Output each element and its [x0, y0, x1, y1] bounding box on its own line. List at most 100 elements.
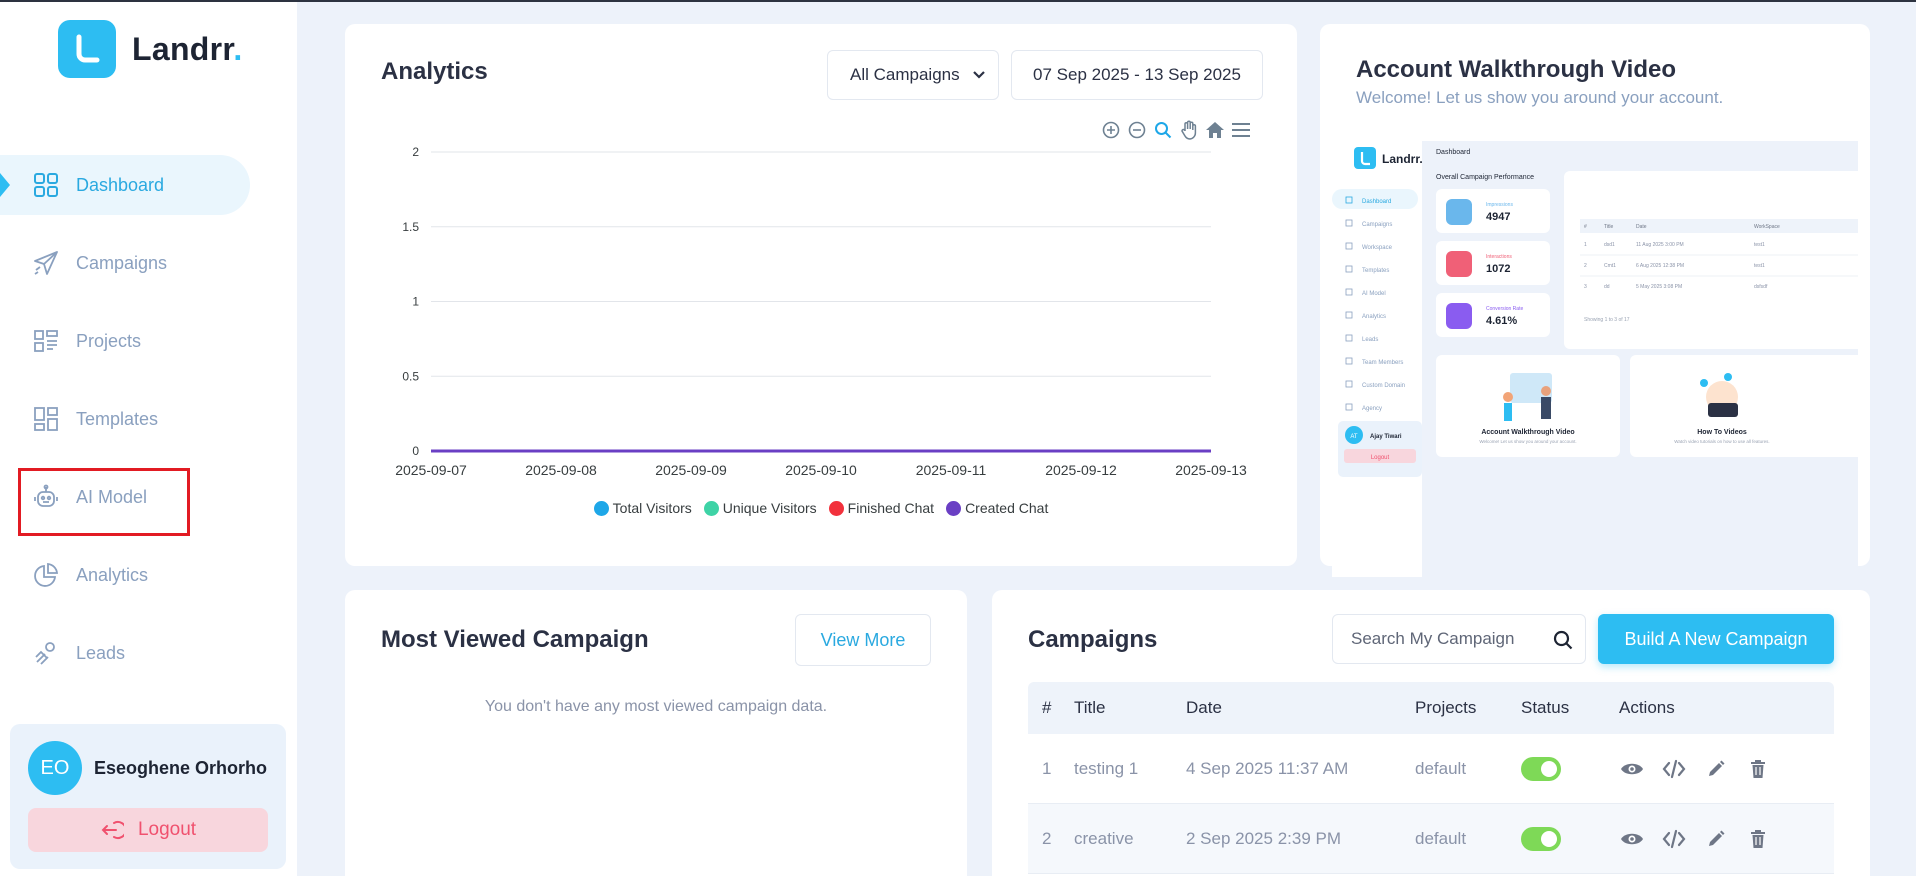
- edit-pencil-icon[interactable]: [1703, 756, 1729, 782]
- user-card: EO Eseoghene Orhorho Logout: [10, 724, 286, 869]
- grid-icon: [32, 171, 60, 199]
- avatar[interactable]: EO: [28, 741, 82, 795]
- templates-icon: [32, 405, 60, 433]
- preview-stat-value: 4947: [1486, 211, 1510, 223]
- preview-td: 5 May 2025 3:08 PM: [1636, 284, 1682, 290]
- x-tick-label: 2025-09-07: [395, 462, 467, 478]
- search-campaign-input[interactable]: [1333, 615, 1543, 663]
- sidebar-item-label: Leads: [76, 642, 126, 663]
- view-more-button[interactable]: View More: [795, 614, 931, 666]
- preview-logo-icon: [1354, 147, 1376, 169]
- view-eye-icon[interactable]: [1619, 826, 1645, 852]
- sidebar-item-label: Campaigns: [76, 252, 168, 273]
- legend-marker: [703, 500, 719, 516]
- preview-td: 3: [1584, 284, 1587, 290]
- delete-trash-icon[interactable]: [1745, 756, 1771, 782]
- sidebar-item-dashboard[interactable]: Dashboard: [0, 155, 250, 215]
- logout-label: Logout: [137, 819, 197, 840]
- legend-marker: [828, 500, 844, 516]
- brand-logo[interactable]: Landrr.: [58, 20, 243, 78]
- campaign-title[interactable]: testing 1: [1074, 759, 1186, 779]
- preview-stat-cards: Impressions 4947 Interactions 1072 Conve…: [1436, 189, 1550, 337]
- edit-pencil-icon[interactable]: [1703, 826, 1729, 852]
- preview-header: Dashboard: [1436, 149, 1470, 156]
- search-icon[interactable]: [1553, 630, 1573, 650]
- brand-name: Landrr.: [132, 31, 243, 68]
- legend-item-total-visitors[interactable]: Total Visitors: [593, 500, 692, 516]
- status-toggle[interactable]: [1521, 756, 1561, 781]
- sidebar-item-projects[interactable]: Projects: [0, 311, 297, 371]
- preview-stat-label: Conversion Rate: [1486, 306, 1523, 312]
- preview-td: 11 Aug 2025 3:00 PM: [1636, 242, 1684, 248]
- sidebar-item-label: Templates: [76, 408, 159, 429]
- y-tick-label: 2: [412, 145, 419, 159]
- x-tick-label: 2025-09-13: [1175, 462, 1247, 478]
- sidebar-item-label: Projects: [76, 330, 142, 351]
- preview-table: # Title Date WorkSpace 1 dsd1 11 Aug 202…: [1564, 171, 1858, 349]
- preview-nav-item: Dashboard: [1362, 199, 1391, 205]
- preview-td: test1: [1754, 263, 1765, 269]
- projects-icon: [32, 327, 60, 355]
- preview-section-title: Overall Campaign Performance: [1436, 174, 1534, 181]
- legend-label: Finished Chat: [847, 500, 935, 516]
- x-tick-label: 2025-09-10: [785, 462, 857, 478]
- preview-nav-item: Leads: [1362, 337, 1378, 343]
- preview-td: 1: [1584, 242, 1587, 248]
- preview-nav-item: AI Model: [1362, 291, 1386, 297]
- campaign-project: default: [1415, 758, 1467, 778]
- sidebar-item-analytics[interactable]: Analytics: [0, 545, 297, 605]
- user-name: Eseoghene Orhorho: [94, 758, 268, 778]
- status-toggle[interactable]: [1521, 826, 1561, 851]
- brand-name-text: Landrr: [132, 30, 234, 67]
- analytics-card: Analytics All Campaigns 07 Sep 2025 - 13…: [345, 24, 1297, 566]
- sidebar-item-label: AI Model: [76, 486, 148, 507]
- preview-video-sub: Welcome! Let us show you around your acc…: [1479, 439, 1576, 444]
- preview-td: dd: [1604, 284, 1610, 290]
- campaign-date: 4 Sep 2025 11:37 AM: [1186, 758, 1349, 778]
- sidebar-item-templates[interactable]: Templates: [0, 389, 297, 449]
- preview-nav-item: Analytics: [1362, 314, 1386, 320]
- window-top-border: [0, 0, 1916, 2]
- legend-label: Created Chat: [965, 500, 1049, 516]
- preview-nav-item: Custom Domain: [1362, 383, 1405, 389]
- campaign-title[interactable]: creative: [1074, 829, 1186, 849]
- embed-code-icon[interactable]: [1661, 756, 1687, 782]
- column-header: #: [1042, 698, 1052, 717]
- table-row: 2 creative 2 Sep 2025 2:39 PM default: [1028, 804, 1834, 874]
- sidebar-item-ai-model[interactable]: AI Model: [0, 467, 297, 536]
- row-number: 2: [1042, 828, 1052, 848]
- preview-nav-item: Workspace: [1362, 245, 1393, 251]
- column-header: Date: [1186, 698, 1222, 717]
- legend-item-finished-chat[interactable]: Finished Chat: [828, 500, 935, 516]
- walkthrough-subtitle: Welcome! Let us show you around your acc…: [1356, 88, 1724, 107]
- build-new-campaign-button[interactable]: Build A New Campaign: [1598, 614, 1834, 664]
- preview-td: 6 Aug 2025 12:38 PM: [1636, 263, 1684, 269]
- preview-nav-item: Team Members: [1362, 360, 1403, 366]
- preview-td: Cmt1: [1604, 263, 1616, 269]
- analytics-line-chart: 0 0.5 1 1.5 2 2025-09-07 2025-09-08 2025-09-09 2…: [395, 145, 1247, 478]
- view-eye-icon[interactable]: [1619, 756, 1645, 782]
- most-viewed-campaign-card: Most Viewed Campaign View More You don't…: [345, 590, 967, 876]
- embed-code-icon[interactable]: [1661, 826, 1687, 852]
- legend-item-unique-visitors[interactable]: Unique Visitors: [703, 500, 817, 516]
- pie-chart-icon: [32, 561, 60, 589]
- legend-item-created-chat[interactable]: Created Chat: [946, 500, 1048, 516]
- sidebar-item-campaigns[interactable]: Campaigns: [0, 233, 297, 293]
- preview-table-footer: Showing 1 to 3 of 17: [1584, 317, 1630, 323]
- campaigns-table: # Title Date Projects Status Actions 1 t…: [1028, 682, 1834, 874]
- walkthrough-video-preview[interactable]: Landrr. Dashboard Campaigns Workspace Te…: [1332, 141, 1858, 577]
- legend-marker: [946, 500, 962, 516]
- preview-stat-value: 1072: [1486, 263, 1510, 275]
- preview-logout: Logout: [1371, 455, 1390, 461]
- column-header: Actions: [1619, 698, 1675, 717]
- logout-button[interactable]: Logout: [28, 808, 268, 852]
- preview-video-title: Account Walkthrough Video: [1481, 429, 1574, 436]
- delete-trash-icon[interactable]: [1745, 826, 1771, 852]
- search-campaign-box: [1332, 614, 1586, 664]
- sidebar-item-leads[interactable]: Leads: [0, 623, 297, 683]
- table-row: 1 testing 1 4 Sep 2025 11:37 AM default: [1028, 734, 1834, 804]
- leads-icon: [32, 639, 60, 667]
- preview-td: dsfsdf: [1754, 284, 1768, 290]
- preview-stat-value: 4.61%: [1486, 315, 1517, 327]
- preview-th: Date: [1636, 224, 1647, 230]
